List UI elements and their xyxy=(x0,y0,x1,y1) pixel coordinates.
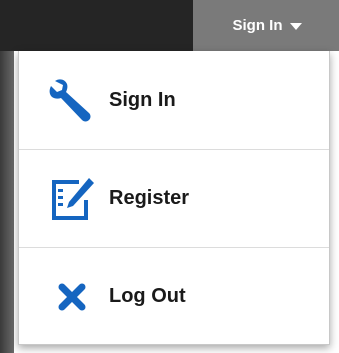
app-window: Sign In Sign In Register Log Out xyxy=(0,0,339,353)
wrench-icon xyxy=(47,75,97,125)
menu-item-label: Sign In xyxy=(109,88,176,111)
account-dropdown-menu: Sign In Register Log Out xyxy=(18,51,330,345)
menu-item-sign-in[interactable]: Sign In xyxy=(19,51,329,149)
menu-item-register[interactable]: Register xyxy=(19,149,329,247)
top-navigation-bar: Sign In xyxy=(0,0,339,51)
menu-item-log-out[interactable]: Log Out xyxy=(19,247,329,345)
menu-item-label: Register xyxy=(109,187,190,209)
register-form-icon xyxy=(47,174,97,224)
menu-item-label: Log Out xyxy=(109,285,186,307)
close-x-icon xyxy=(47,272,97,322)
sign-in-dropdown-toggle[interactable]: Sign In xyxy=(193,0,339,51)
sign-in-toggle-label: Sign In xyxy=(232,17,283,34)
caret-down-icon xyxy=(289,22,302,30)
background-edge xyxy=(0,0,14,353)
